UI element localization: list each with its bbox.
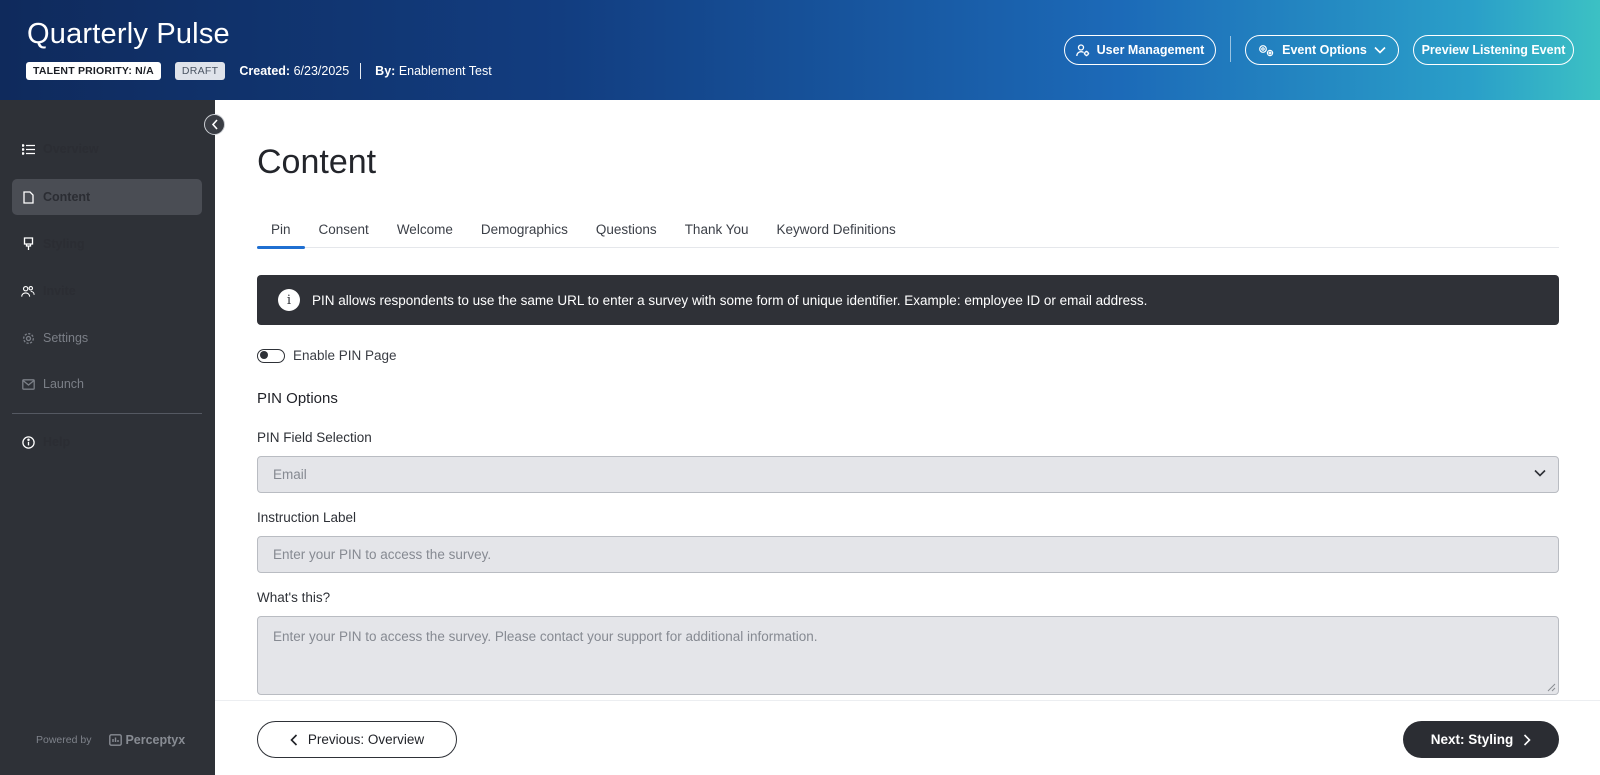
- mail-icon: [21, 377, 35, 391]
- next-label: Next: Styling: [1430, 732, 1514, 747]
- chevron-down-icon: [1374, 46, 1386, 54]
- sidebar-item-label: Content: [43, 190, 91, 204]
- enable-pin-toggle[interactable]: [257, 348, 285, 363]
- preview-listening-event-button[interactable]: Preview Listening Event: [1413, 35, 1574, 65]
- pin-field-select[interactable]: Email: [257, 456, 1559, 493]
- chevron-down-icon: [1534, 469, 1546, 477]
- gears-icon: [1259, 44, 1274, 56]
- status-badge: DRAFT: [174, 62, 226, 80]
- whats-this-heading: What's this?: [257, 590, 331, 605]
- instruction-label-value: Enter your PIN to access the survey.: [273, 547, 492, 562]
- sidebar-item-label: Invite: [43, 284, 76, 298]
- instruction-label-input[interactable]: Enter your PIN to access the survey.: [257, 536, 1559, 573]
- info-icon: [21, 435, 35, 449]
- talent-priority-badge: TALENT PRIORITY: N/A: [26, 62, 161, 80]
- sidebar-item-label: Settings: [43, 331, 89, 345]
- author-label: By:: [375, 64, 396, 78]
- powered-by-label: Powered by: [36, 734, 92, 746]
- tab-keyword-definitions[interactable]: Keyword Definitions: [763, 215, 910, 248]
- enable-pin-row: Enable PIN Page: [257, 348, 397, 363]
- sidebar-item-label: Styling: [43, 237, 85, 251]
- created-label: Created:: [239, 64, 291, 78]
- collapse-sidebar-button[interactable]: [204, 114, 225, 135]
- sidebar-item-label: Help: [43, 435, 71, 449]
- created-date: 6/23/2025: [293, 64, 350, 78]
- tab-consent[interactable]: Consent: [305, 215, 383, 248]
- resize-handle-icon[interactable]: [1547, 683, 1556, 692]
- tab-questions[interactable]: Questions: [582, 215, 671, 248]
- pin-field-selection-label: PIN Field Selection: [257, 430, 372, 445]
- event-options-button[interactable]: Event Options: [1245, 35, 1399, 65]
- sidebar-item-content[interactable]: Content: [12, 179, 202, 215]
- enable-pin-label: Enable PIN Page: [293, 348, 397, 363]
- sidebar-item-settings: Settings: [12, 320, 202, 356]
- pin-options-heading: PIN Options: [257, 390, 338, 407]
- user-management-button[interactable]: User Management: [1064, 35, 1216, 65]
- meta-divider: [360, 63, 362, 79]
- event-options-label: Event Options: [1282, 43, 1367, 57]
- page-title: Content: [257, 143, 377, 181]
- top-header: Quarterly Pulse TALENT PRIORITY: N/A DRA…: [0, 0, 1600, 100]
- brand-logo: Perceptyx: [109, 733, 185, 747]
- instruction-label-heading: Instruction Label: [257, 510, 357, 525]
- info-icon: i: [278, 289, 300, 311]
- users-icon: [21, 284, 35, 298]
- pin-info-text: PIN allows respondents to use the same U…: [312, 292, 1148, 308]
- event-title: Quarterly Pulse: [27, 18, 230, 50]
- perceptyx-logo-icon: [109, 734, 123, 746]
- list-icon: [21, 142, 35, 156]
- whats-this-value: Enter your PIN to access the survey. Ple…: [273, 629, 818, 644]
- pin-info-banner: i PIN allows respondents to use the same…: [257, 275, 1559, 325]
- brush-icon: [21, 237, 35, 251]
- preview-label: Preview Listening Event: [1421, 43, 1566, 57]
- sidebar-item-label: Overview: [43, 142, 99, 156]
- event-meta: TALENT PRIORITY: N/A DRAFT Created: 6/23…: [26, 62, 492, 80]
- sidebar-item-invite[interactable]: Invite: [12, 273, 202, 309]
- powered-by: Powered by Perceptyx: [36, 733, 185, 747]
- pin-field-selected-value: Email: [273, 467, 307, 482]
- sidebar-item-launch: Launch: [12, 366, 202, 402]
- chevron-right-icon: [1524, 733, 1531, 746]
- next-styling-button[interactable]: Next: Styling: [1403, 721, 1559, 758]
- sidebar-item-help[interactable]: Help: [12, 424, 202, 460]
- whats-this-textarea[interactable]: Enter your PIN to access the survey. Ple…: [257, 616, 1559, 695]
- created-info: Created: 6/23/2025: [239, 64, 349, 78]
- sidebar-item-styling[interactable]: Styling: [12, 226, 202, 262]
- sidebar-divider: [12, 413, 202, 414]
- sidebar-item-overview[interactable]: Overview: [12, 131, 202, 167]
- brand-name: Perceptyx: [125, 733, 186, 747]
- chevron-left-icon: [211, 119, 218, 130]
- previous-label: Previous: Overview: [307, 732, 425, 747]
- gear-icon: [21, 331, 35, 345]
- tab-welcome[interactable]: Welcome: [383, 215, 467, 248]
- user-management-label: User Management: [1096, 43, 1205, 57]
- author-name: Enablement Test: [398, 64, 492, 78]
- tab-thank-you[interactable]: Thank You: [671, 215, 763, 248]
- sidebar-item-label: Launch: [43, 377, 85, 391]
- content-tabs: Pin Consent Welcome Demographics Questio…: [257, 215, 1559, 249]
- user-gear-icon: [1075, 43, 1089, 56]
- document-icon: [21, 190, 35, 204]
- chevron-left-icon: [290, 733, 297, 746]
- header-divider: [1230, 36, 1231, 62]
- author-info: By: Enablement Test: [375, 64, 492, 78]
- tab-pin[interactable]: Pin: [257, 215, 305, 249]
- previous-overview-button[interactable]: Previous: Overview: [257, 721, 457, 758]
- tab-demographics[interactable]: Demographics: [467, 215, 582, 248]
